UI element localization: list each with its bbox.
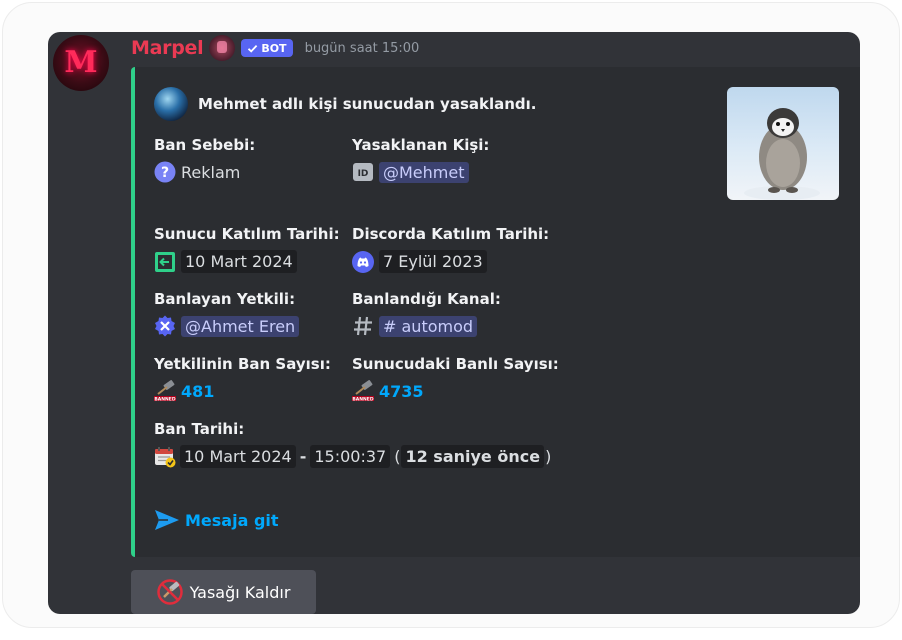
- server-ban-count: 4735: [379, 381, 424, 401]
- field-moderator-ban-count: Yetkilinin Ban Sayısı: BANNED 481: [154, 355, 331, 402]
- field-channel: Banlandığı Kanal: # automod: [352, 290, 501, 337]
- field-name: Banlayan Yetkili:: [154, 290, 296, 308]
- moderator-mention[interactable]: @Ahmet Eren: [181, 315, 300, 337]
- question-icon: ?: [154, 161, 176, 183]
- ban-embed: Mehmet adlı kişi sunucudan yasaklandı. B…: [131, 67, 860, 557]
- field-server-ban-count: Sunucudaki Banlı Sayısı: BANNED 4735: [352, 355, 559, 402]
- penguin-thumbnail[interactable]: [727, 87, 839, 200]
- svg-text:BANNED: BANNED: [352, 396, 374, 402]
- id-icon: ID: [353, 163, 373, 181]
- ban-time-value: 15:00:37: [310, 445, 391, 468]
- embed-title: Mehmet adlı kişi sunucudan yasaklandı.: [198, 95, 537, 113]
- field-discord-join: Discorda Katılım Tarihi: 7 Eylül 2023: [352, 225, 549, 273]
- jump-to-message-link[interactable]: Mesaja git: [154, 509, 279, 531]
- svg-text:BANNED: BANNED: [154, 396, 176, 402]
- send-arrow-icon: [155, 510, 179, 530]
- discord-join-date: 7 Eylül 2023: [379, 250, 487, 273]
- join-icon: [155, 251, 175, 272]
- date-time-separator: -: [299, 447, 307, 466]
- field-name: Yasaklanan Kişi:: [352, 136, 490, 154]
- field-ban-date: Ban Tarihi: 10 Mart 2024 - 15:00:37 ( 12…: [154, 420, 551, 468]
- message-timestamp[interactable]: bugün saat 15:00: [305, 41, 420, 56]
- ban-reason-value: Reklam: [181, 162, 241, 182]
- field-ban-reason: Ban Sebebi: ? Reklam: [154, 136, 255, 183]
- discord-message: M Marpel BOT bugün saat 15:00 Mehmet adl…: [48, 32, 860, 614]
- svg-text:?: ?: [161, 165, 169, 181]
- embed-title-row: Mehmet adlı kişi sunucudan yasaklandı.: [154, 87, 537, 121]
- field-banned-user: Yasaklanan Kişi: ID @Mehmet: [352, 136, 489, 183]
- role-icon: [209, 35, 236, 61]
- window-frame: M Marpel BOT bugün saat 15:00 Mehmet adl…: [2, 2, 900, 628]
- discord-icon: [352, 250, 374, 273]
- checkmark-icon: [248, 44, 258, 53]
- author-name[interactable]: Marpel: [131, 37, 204, 59]
- hashtag-icon: [354, 316, 372, 336]
- ban-date-value: 10 Mart 2024: [180, 445, 296, 468]
- relative-time: 12 saniye önce: [401, 445, 545, 468]
- author-avatar[interactable]: M: [53, 35, 109, 91]
- bot-badge: BOT: [241, 39, 293, 57]
- moderator-icon: [155, 315, 175, 337]
- field-name: Discorda Katılım Tarihi:: [352, 225, 550, 243]
- field-name: Ban Sebebi:: [154, 136, 256, 154]
- calendar-icon: [155, 446, 176, 467]
- unban-button[interactable]: Yasağı Kaldır: [131, 570, 316, 614]
- field-name: Ban Tarihi:: [154, 420, 245, 438]
- banned-user-mention[interactable]: @Mehmet: [379, 161, 469, 183]
- ban-hammer-icon: BANNED: [352, 380, 374, 402]
- svg-text:ID: ID: [358, 169, 369, 179]
- jump-link-label: Mesaja git: [185, 510, 279, 530]
- message-header: Marpel BOT bugün saat 15:00: [131, 35, 419, 61]
- user-avatar-icon: [154, 87, 188, 121]
- unban-button-label: Yasağı Kaldır: [189, 582, 291, 602]
- server-join-date: 10 Mart 2024: [181, 250, 297, 273]
- paren-close: ): [545, 447, 552, 466]
- field-name: Sunucu Katılım Tarihi:: [154, 225, 340, 243]
- paren-open: (: [394, 447, 401, 466]
- field-moderator: Banlayan Yetkili: @Ahmet Eren: [154, 290, 300, 337]
- unban-icon: [156, 579, 183, 605]
- ban-hammer-icon: BANNED: [154, 380, 176, 402]
- bot-badge-label: BOT: [261, 41, 287, 55]
- field-name: Yetkilinin Ban Sayısı:: [154, 355, 331, 373]
- field-name: Banlandığı Kanal:: [352, 290, 501, 308]
- field-name: Sunucudaki Banlı Sayısı:: [352, 355, 559, 373]
- field-server-join: Sunucu Katılım Tarihi: 10 Mart 2024: [154, 225, 340, 273]
- moderator-ban-count: 481: [181, 381, 215, 401]
- channel-mention[interactable]: # automod: [379, 315, 478, 337]
